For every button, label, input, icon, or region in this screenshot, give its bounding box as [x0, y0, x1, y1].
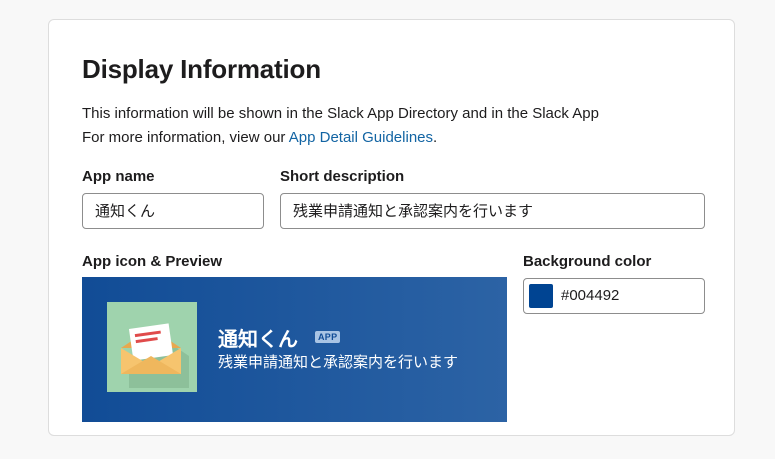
background-color-label: Background color	[523, 253, 652, 270]
description-prefix: For more information, view our	[82, 129, 289, 146]
description-suffix: .	[433, 129, 438, 146]
description-line-2: For more information, view our App Detai…	[82, 126, 599, 150]
short-description-label: Short description	[280, 168, 405, 185]
app-name-label: App name	[82, 168, 155, 185]
description-line-1: This information will be shown in the Sl…	[82, 105, 599, 122]
display-information-card: Display Information This information wil…	[48, 19, 735, 436]
section-description: This information will be shown in the Sl…	[82, 102, 599, 150]
app-icon[interactable]	[107, 302, 197, 392]
section-title: Display Information	[82, 54, 321, 84]
app-preview-banner: 通知くん APP 残業申請通知と承認案内を行います	[82, 277, 507, 422]
background-color-value: #004492	[561, 287, 620, 304]
color-swatch[interactable]	[529, 284, 553, 308]
preview-app-name: 通知くん	[218, 327, 298, 351]
preview-app-description: 残業申請通知と承認案内を行います	[218, 353, 459, 371]
background-color-input[interactable]: #004492	[523, 278, 705, 314]
app-detail-guidelines-link[interactable]: App Detail Guidelines	[289, 129, 433, 146]
app-name-input[interactable]: 通知くん	[82, 193, 264, 229]
app-badge: APP	[315, 331, 341, 343]
envelope-icon	[121, 323, 189, 388]
app-icon-preview-label: App icon & Preview	[82, 253, 223, 270]
short-description-input[interactable]: 残業申請通知と承認案内を行います	[280, 193, 705, 229]
